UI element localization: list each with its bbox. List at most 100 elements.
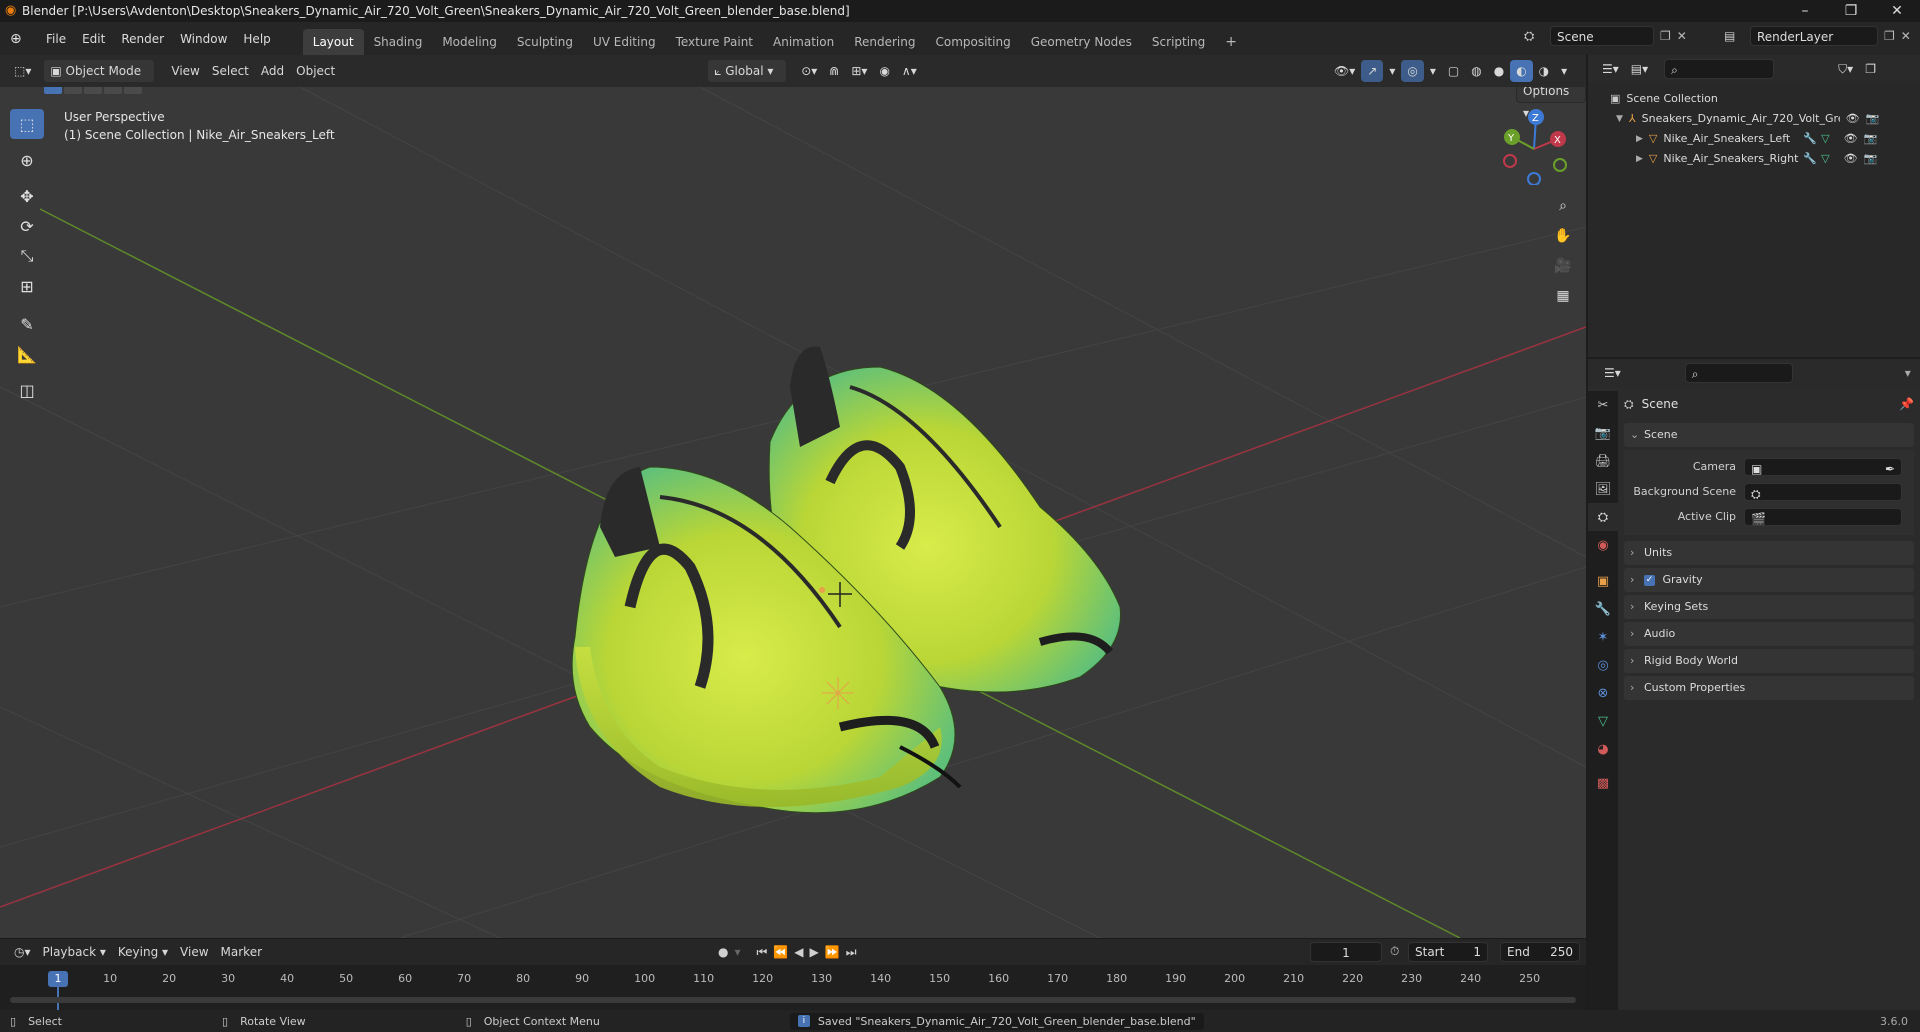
start-frame-field[interactable]: Start 1 bbox=[1408, 942, 1488, 962]
eyedropper-icon[interactable]: ✒ bbox=[1885, 459, 1895, 479]
mesh-data-icon[interactable]: ▽ bbox=[1821, 129, 1829, 149]
data-tab-icon[interactable]: ▽ bbox=[1588, 707, 1618, 735]
blender-menu-icon[interactable]: ⊕ bbox=[10, 31, 32, 47]
collapse-arrow-icon[interactable]: ▶ bbox=[1636, 129, 1643, 149]
timeline-ruler[interactable]: 1 10 20 30 40 50 60 70 80 90 100 110 120 130 140 150 16… bbox=[0, 965, 1586, 1011]
zoom-icon[interactable]: ⌕ bbox=[1550, 193, 1576, 219]
maximize-button[interactable]: ❐ bbox=[1828, 0, 1874, 22]
output-tab-icon[interactable]: 🖨 bbox=[1588, 447, 1618, 475]
falloff-icon[interactable]: ∧▾ bbox=[896, 60, 923, 82]
transform-tool-icon[interactable]: ⊞ bbox=[10, 271, 44, 301]
render-camera-icon[interactable]: 📷 bbox=[1864, 149, 1878, 169]
scene-name-field[interactable]: Scene bbox=[1550, 26, 1654, 46]
render-layer-icon[interactable]: ▤ bbox=[1724, 29, 1750, 43]
active-clip-field[interactable]: 🎬 bbox=[1744, 507, 1902, 526]
modifier-wrench-icon[interactable]: 🔧 bbox=[1803, 149, 1817, 169]
pin-icon[interactable]: 📌 bbox=[1899, 397, 1914, 411]
jump-start-icon[interactable]: ⏮ bbox=[757, 945, 768, 960]
visibility-eye-icon[interactable]: 👁 bbox=[1846, 109, 1860, 129]
minimize-button[interactable]: – bbox=[1782, 0, 1828, 22]
render-camera-icon[interactable]: 📷 bbox=[1864, 129, 1878, 149]
annotate-tool-icon[interactable]: ✎ bbox=[10, 309, 44, 339]
move-tool-icon[interactable]: ✥ bbox=[10, 181, 44, 211]
tab-geometry-nodes[interactable]: Geometry Nodes bbox=[1021, 29, 1142, 55]
menu-help[interactable]: Help bbox=[235, 27, 278, 51]
panel-units-header[interactable]: › Units bbox=[1624, 541, 1914, 565]
visibility-eye-icon[interactable]: 👁 bbox=[1844, 149, 1858, 169]
constraints-tab-icon[interactable]: ⊗ bbox=[1588, 679, 1618, 707]
jump-next-keyframe-icon[interactable]: ⏩ bbox=[825, 945, 840, 959]
texture-tab-icon[interactable]: ▩ bbox=[1588, 769, 1618, 797]
render-tab-icon[interactable]: 📷 bbox=[1588, 419, 1618, 447]
editor-type-icon[interactable]: ⬚▾ bbox=[8, 60, 37, 82]
tab-animation[interactable]: Animation bbox=[763, 29, 844, 55]
display-mode-icon[interactable]: ▤▾ bbox=[1625, 58, 1654, 80]
menu-object[interactable]: Object bbox=[290, 60, 341, 82]
timeline-scrollbar[interactable] bbox=[10, 997, 1576, 1003]
add-cube-tool-icon[interactable]: ◫ bbox=[10, 375, 44, 405]
camera-field[interactable]: ▣ ✒ bbox=[1744, 457, 1902, 479]
rotate-tool-icon[interactable]: ⟳ bbox=[10, 211, 44, 241]
end-frame-field[interactable]: End 250 bbox=[1500, 942, 1580, 962]
new-layer-icon[interactable]: ❐ bbox=[1884, 29, 1895, 43]
options-dropdown[interactable]: Options ▾ bbox=[1516, 87, 1586, 120]
play-icon[interactable]: ▶ bbox=[810, 945, 819, 959]
jump-prev-keyframe-icon[interactable]: ⏪ bbox=[773, 945, 788, 959]
mesh-data-icon[interactable]: ▽ bbox=[1821, 149, 1829, 169]
menu-playback[interactable]: Playback ▾ bbox=[37, 941, 112, 963]
rendered-shading-icon[interactable]: ◑ bbox=[1533, 60, 1555, 82]
new-scene-icon[interactable]: ❐ bbox=[1660, 29, 1671, 43]
select-subtract-icon[interactable] bbox=[84, 87, 102, 94]
panel-audio-header[interactable]: › Audio bbox=[1624, 622, 1914, 646]
wireframe-shading-icon[interactable]: ◍ bbox=[1465, 60, 1487, 82]
select-invert-icon[interactable] bbox=[104, 87, 122, 94]
filter-icon[interactable]: ⛉▾ bbox=[1832, 58, 1859, 80]
panel-keying-sets-header[interactable]: › Keying Sets bbox=[1624, 595, 1914, 619]
outliner-row-scene-collection[interactable]: ▣ Scene Collection bbox=[1588, 89, 1920, 109]
modifier-wrench-icon[interactable]: 🔧 bbox=[1803, 129, 1817, 149]
world-tab-icon[interactable]: ◉ bbox=[1588, 531, 1618, 559]
measure-tool-icon[interactable]: 📐 bbox=[10, 339, 44, 369]
select-intersect-icon[interactable] bbox=[124, 87, 142, 94]
panel-scene-header[interactable]: ⌄ Scene bbox=[1624, 423, 1914, 447]
auto-keying-icon[interactable]: ● bbox=[718, 945, 728, 959]
properties-editor-icon[interactable]: ☰▾ bbox=[1598, 362, 1627, 384]
current-frame-field[interactable]: 1 bbox=[1310, 942, 1382, 962]
navigation-gizmo[interactable]: Z X Y bbox=[1500, 107, 1570, 185]
xray-toggle-icon[interactable]: ▢ bbox=[1442, 60, 1465, 82]
background-scene-field[interactable]: ⛭ bbox=[1744, 482, 1902, 501]
outliner-row-collection[interactable]: ▼ ⅄ Sneakers_Dynamic_Air_720_Volt_Green … bbox=[1588, 109, 1920, 129]
menu-file[interactable]: File bbox=[38, 27, 74, 51]
gizmo-dropdown-icon[interactable]: ▾ bbox=[1383, 60, 1401, 82]
particles-tab-icon[interactable]: ✶ bbox=[1588, 623, 1618, 651]
tab-sculpting[interactable]: Sculpting bbox=[507, 29, 583, 55]
tool-tab-icon[interactable]: ✂ bbox=[1588, 391, 1618, 419]
menu-view[interactable]: View bbox=[165, 60, 205, 82]
collapse-arrow-icon[interactable]: ▶ bbox=[1636, 149, 1643, 169]
properties-options-icon[interactable]: ▾ bbox=[1905, 366, 1911, 380]
view-layer-tab-icon[interactable]: 🖼 bbox=[1588, 475, 1618, 503]
menu-select[interactable]: Select bbox=[206, 60, 255, 82]
add-workspace-button[interactable]: + bbox=[1215, 29, 1247, 55]
object-tab-icon[interactable]: ▣ bbox=[1588, 567, 1618, 595]
expand-arrow-icon[interactable]: ▼ bbox=[1616, 109, 1623, 129]
tab-shading[interactable]: Shading bbox=[364, 29, 433, 55]
cursor-tool-icon[interactable]: ⊕ bbox=[10, 145, 44, 175]
proportional-edit-icon[interactable]: ◉ bbox=[873, 60, 895, 82]
overlays-dropdown-icon[interactable]: ▾ bbox=[1424, 60, 1442, 82]
select-extend-icon[interactable] bbox=[64, 87, 82, 94]
new-collection-icon[interactable]: ❐ bbox=[1859, 58, 1882, 80]
orthographic-toggle-icon[interactable]: ▦ bbox=[1550, 283, 1576, 309]
solid-shading-icon[interactable]: ● bbox=[1488, 60, 1510, 82]
material-tab-icon[interactable]: ◕ bbox=[1588, 735, 1618, 763]
outliner-row-right-shoe[interactable]: ▶ ▽ Nike_Air_Sneakers_Right 🔧 ▽ 👁 📷 bbox=[1588, 149, 1920, 169]
tab-uv-editing[interactable]: UV Editing bbox=[583, 29, 666, 55]
play-reverse-icon[interactable]: ◀ bbox=[794, 945, 803, 959]
selectability-icon[interactable]: 👁▾ bbox=[1328, 60, 1361, 82]
menu-window[interactable]: Window bbox=[172, 27, 235, 51]
menu-timeline-view[interactable]: View bbox=[174, 941, 214, 963]
outliner-search-input[interactable]: ⌕ bbox=[1664, 59, 1775, 79]
keying-dropdown-icon[interactable]: ▾ bbox=[735, 945, 741, 959]
scene-tab-icon[interactable]: ⛭ bbox=[1588, 503, 1618, 531]
properties-search-input[interactable]: ⌕ bbox=[1684, 363, 1793, 383]
